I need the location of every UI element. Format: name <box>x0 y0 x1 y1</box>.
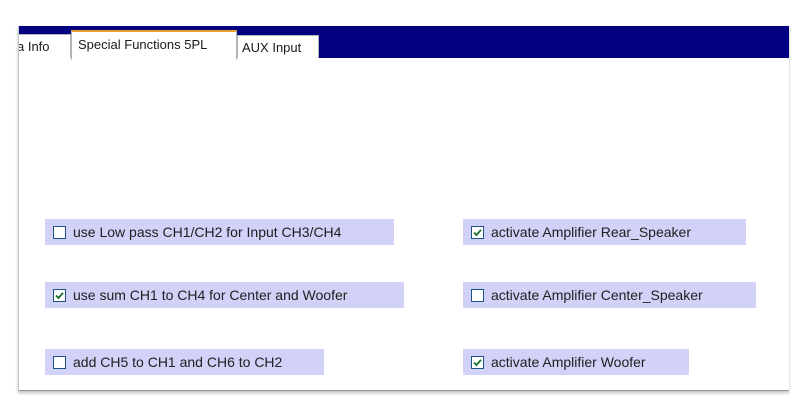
option-label: activate Amplifier Woofer <box>491 354 646 370</box>
checkbox-add-ch5-ch6[interactable] <box>53 355 66 369</box>
tab-info[interactable]: a Info <box>19 34 71 58</box>
checkbox-amp-rear-speaker[interactable] <box>471 225 484 239</box>
option-amp-center-speaker[interactable]: activate Amplifier Center_Speaker <box>463 282 756 308</box>
checkbox-amp-center-speaker[interactable] <box>471 288 484 302</box>
tab-bar: a Info Special Functions 5PL AUX Input <box>19 26 789 60</box>
option-add-ch5-ch6[interactable]: add CH5 to CH1 and CH6 to CH2 <box>45 349 324 375</box>
option-label: use sum CH1 to CH4 for Center and Woofer <box>73 287 348 303</box>
option-label: add CH5 to CH1 and CH6 to CH2 <box>73 354 283 370</box>
checkmark-icon <box>473 358 482 366</box>
option-amp-rear-speaker[interactable]: activate Amplifier Rear_Speaker <box>463 219 746 245</box>
option-sum-center-woofer[interactable]: use sum CH1 to CH4 for Center and Woofer <box>45 282 404 308</box>
option-label: activate Amplifier Center_Speaker <box>491 287 703 303</box>
checkmark-icon <box>473 228 482 236</box>
option-label: activate Amplifier Rear_Speaker <box>491 224 691 240</box>
checkmark-icon <box>55 291 64 299</box>
checkbox-sum-center-woofer[interactable] <box>53 288 66 302</box>
checkbox-low-pass-input[interactable] <box>53 225 66 239</box>
option-amp-woofer[interactable]: activate Amplifier Woofer <box>463 349 689 375</box>
tab-aux-input[interactable]: AUX Input <box>237 35 319 58</box>
checkbox-amp-woofer[interactable] <box>471 355 484 369</box>
option-label: use Low pass CH1/CH2 for Input CH3/CH4 <box>73 224 342 240</box>
option-low-pass-input[interactable]: use Low pass CH1/CH2 for Input CH3/CH4 <box>45 219 394 245</box>
settings-panel: a Info Special Functions 5PL AUX Input <box>18 26 789 391</box>
tab-special-functions-5pl[interactable]: Special Functions 5PL <box>71 30 237 60</box>
